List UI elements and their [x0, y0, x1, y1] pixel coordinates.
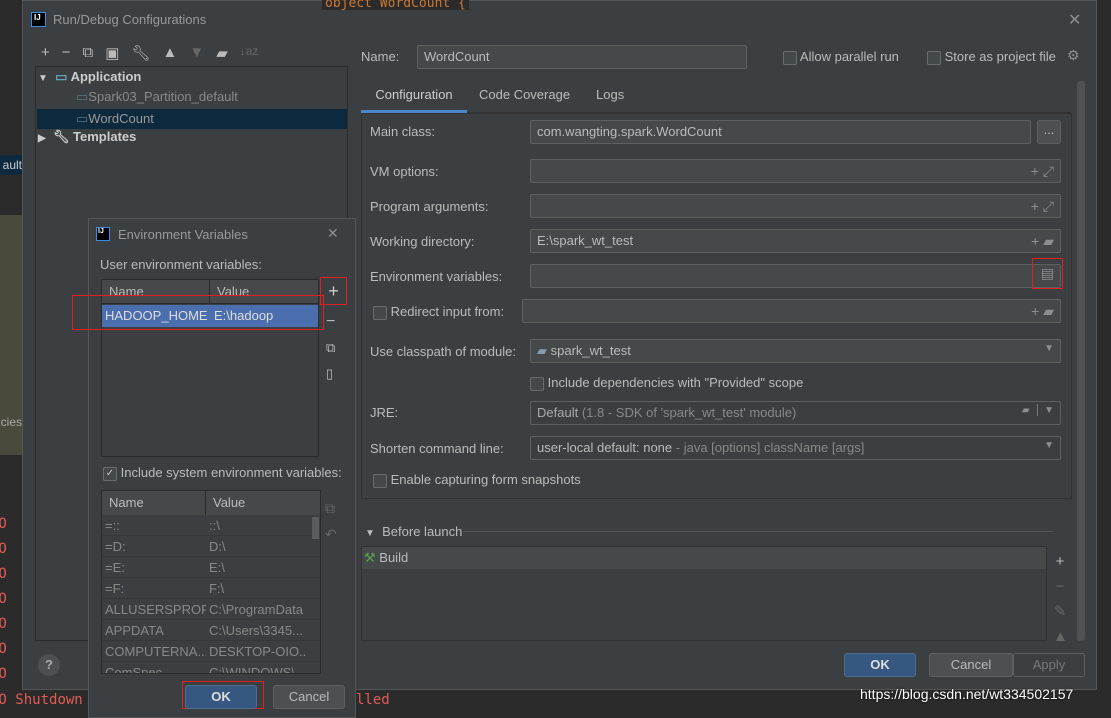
- env-vars-input[interactable]: [530, 264, 1061, 288]
- bg-console: FOFOFOFOFOFOFO: [0, 516, 7, 682]
- dialog-title: Run/Debug Configurations: [53, 12, 207, 27]
- move-up-icon[interactable]: ▲: [162, 44, 177, 62]
- close-icon[interactable]: ✕: [1068, 10, 1081, 30]
- main-class-label: Main class:: [370, 124, 436, 139]
- include-deps-checkbox[interactable]: Include dependencies with "Provided" sco…: [530, 375, 803, 391]
- tab-code-coverage[interactable]: Code Coverage: [479, 87, 570, 102]
- env-cancel-button[interactable]: Cancel: [273, 685, 345, 709]
- before-launch-toolbar: + − ✎ ▲: [1053, 549, 1068, 649]
- system-env-row[interactable]: =D: D:\: [102, 536, 320, 557]
- paste-env-icon[interactable]: ▯: [326, 361, 335, 387]
- bg-editor-fragment: cies.: [0, 415, 22, 429]
- redirect-input-field[interactable]: + ▰: [522, 299, 1061, 323]
- main-class-input[interactable]: com.wangting.spark.WordCount: [530, 120, 1031, 144]
- edit-task-icon[interactable]: ✎: [1053, 599, 1067, 624]
- revert-icon[interactable]: ↶: [325, 521, 337, 547]
- sys-col-value: Value: [213, 495, 246, 510]
- jre-label: JRE:: [370, 405, 399, 420]
- remove-icon[interactable]: −: [62, 44, 71, 62]
- shorten-label: Shorten command line:: [370, 441, 504, 456]
- scrollbar[interactable]: [1077, 81, 1085, 641]
- name-input[interactable]: WordCount: [417, 45, 747, 69]
- divider: [463, 531, 1053, 532]
- bg-editor-text: object WordCount {: [322, 0, 469, 10]
- copy-icon[interactable]: ⧉: [83, 44, 94, 62]
- env-vars-edit-icon[interactable]: ▤: [1032, 258, 1063, 289]
- gear-icon[interactable]: ⚙: [1067, 47, 1080, 64]
- before-launch-item-build[interactable]: ⚒ Build: [362, 547, 1046, 569]
- env-close-icon[interactable]: ✕: [327, 225, 339, 242]
- snapshots-checkbox[interactable]: Enable capturing form snapshots: [373, 472, 581, 488]
- env-ok-button[interactable]: OK: [185, 685, 257, 709]
- system-env-row[interactable]: =E: E:\: [102, 557, 320, 578]
- vm-options-input[interactable]: + ⤢: [530, 159, 1061, 183]
- before-launch-list: ⚒ Build: [361, 546, 1047, 641]
- bg-console-suffix: lled: [356, 692, 390, 708]
- system-env-table: Name Value =::::\ =D: D:\ =E: E:\ =F: F:\ ALLUS…: [101, 490, 321, 674]
- program-args-label: Program arguments:: [370, 199, 489, 214]
- env-vars-label: Environment variables:: [370, 269, 503, 284]
- add-env-icon[interactable]: +: [320, 277, 347, 305]
- tree-item-spark03[interactable]: ▭Spark03_Partition_default: [76, 89, 238, 105]
- copy-sys-icon[interactable]: ⧉: [325, 495, 337, 521]
- tab-configuration[interactable]: Configuration: [361, 81, 467, 113]
- system-env-row[interactable]: ComSpec C:\WINDOWS\...: [102, 662, 320, 673]
- jre-select[interactable]: Default (1.8 - SDK of 'spark_wt_test' mo…: [530, 401, 1061, 425]
- system-env-row[interactable]: ALLUSERSPROF...C:\ProgramData: [102, 599, 320, 620]
- save-icon[interactable]: ▣: [105, 44, 119, 62]
- move-task-up-icon[interactable]: ▲: [1053, 624, 1068, 649]
- move-down-icon[interactable]: ▼: [189, 44, 204, 62]
- cancel-button[interactable]: Cancel: [929, 653, 1013, 677]
- help-button[interactable]: ?: [38, 654, 60, 676]
- allow-parallel-checkbox[interactable]: Allow parallel run: [783, 49, 899, 65]
- system-env-row[interactable]: =F: F:\: [102, 578, 320, 599]
- apply-button[interactable]: Apply: [1013, 653, 1085, 677]
- working-dir-input[interactable]: E:\spark_wt_test + ▰: [530, 229, 1061, 253]
- env-dialog-title: Environment Variables: [118, 227, 248, 242]
- add-task-icon[interactable]: +: [1053, 549, 1067, 574]
- env-vars-dialog: IJ Environment Variables ✕ User environm…: [72, 218, 356, 718]
- browse-button[interactable]: ...: [1037, 120, 1061, 144]
- tree-item-wordcount[interactable]: ▭WordCount: [37, 109, 347, 129]
- bg-tree-fragment: ault: [0, 155, 22, 175]
- system-env-row[interactable]: =::::\: [102, 515, 320, 536]
- shorten-select[interactable]: user-local default: none - java [options…: [530, 436, 1061, 460]
- name-label: Name:: [361, 49, 400, 64]
- remove-env-icon[interactable]: −: [326, 309, 335, 335]
- new-folder-icon[interactable]: ▰: [216, 44, 228, 62]
- tree-item-templates[interactable]: ▶ 🔧︎ Templates: [38, 129, 136, 145]
- watermark: https://blog.csdn.net/wt334502157: [860, 686, 1074, 702]
- intellij-logo-icon: IJ: [31, 12, 46, 27]
- sys-col-name: Name: [102, 491, 206, 515]
- intellij-logo-icon: IJ: [96, 227, 110, 241]
- ok-button[interactable]: OK: [844, 653, 916, 677]
- sort-icon[interactable]: ↓az: [240, 44, 259, 62]
- sys-scrollbar[interactable]: [312, 517, 319, 539]
- add-icon[interactable]: +: [41, 44, 50, 62]
- tab-logs[interactable]: Logs: [596, 87, 624, 102]
- env-toolbar: − ⧉ ▯: [326, 309, 335, 387]
- tree-item-application[interactable]: ▼ ▭ Application: [38, 69, 141, 85]
- system-env-row[interactable]: COMPUTERNA... DESKTOP-OIO...: [102, 641, 320, 662]
- before-launch-header[interactable]: ▼ Before launch: [365, 524, 462, 539]
- redirect-input-checkbox[interactable]: Redirect input from:: [373, 304, 504, 320]
- program-args-input[interactable]: + ⤢: [530, 194, 1061, 218]
- remove-task-icon[interactable]: −: [1053, 574, 1067, 599]
- system-env-row[interactable]: APPDATA C:\Users\3345...: [102, 620, 320, 641]
- working-dir-label: Working directory:: [370, 234, 475, 249]
- tabs: Configuration Code Coverage Logs: [361, 81, 1071, 113]
- wrench-icon[interactable]: 🔧︎: [131, 44, 150, 62]
- include-system-checkbox[interactable]: ✓ Include system environment variables:: [103, 465, 342, 481]
- highlight-row: [72, 295, 324, 330]
- bg-console-last: FO Shutdown: [0, 692, 83, 708]
- vm-options-label: VM options:: [370, 164, 439, 179]
- classpath-select[interactable]: ▰ spark_wt_test ▼: [530, 339, 1061, 363]
- store-project-checkbox[interactable]: Store as project file: [927, 49, 1056, 65]
- sys-toolbar: ⧉ ↶: [325, 495, 337, 547]
- user-env-label: User environment variables:: [100, 257, 262, 272]
- copy-env-icon[interactable]: ⧉: [326, 335, 335, 361]
- classpath-label: Use classpath of module:: [370, 344, 516, 359]
